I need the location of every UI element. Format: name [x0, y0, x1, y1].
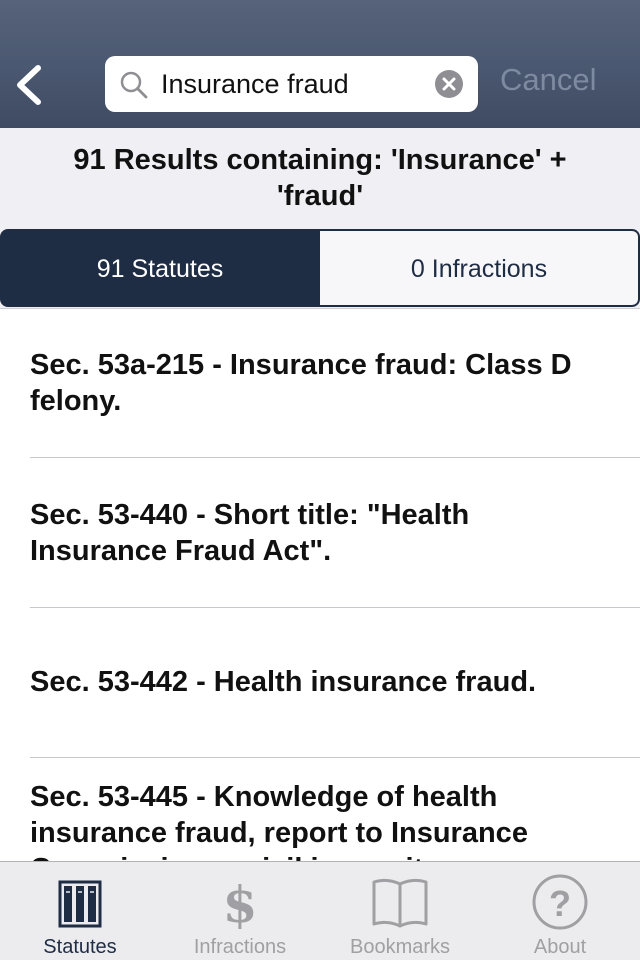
segment-infractions[interactable]: 0 Infractions: [320, 229, 640, 307]
list-item[interactable]: Sec. 53a-215 - Insurance fraud: Class D …: [30, 347, 640, 419]
svg-text:?: ?: [549, 883, 571, 924]
results-list: Sec. 53a-215 - Insurance fraud: Class D …: [0, 308, 640, 861]
list-item[interactable]: Sec. 53-440 - Short title: "Health Insur…: [30, 497, 640, 569]
back-button[interactable]: [10, 58, 54, 112]
statutes-book-icon: [58, 880, 102, 928]
list-item-title: Sec. 53-445 - Knowledge of health insura…: [30, 781, 528, 861]
dollar-icon: $: [223, 875, 258, 932]
tab-label: About: [533, 936, 587, 958]
tab-bar: Statutes $ Infractions Bookmarks ? About: [0, 861, 640, 960]
navigation-bar: Cancel: [0, 0, 640, 128]
cancel-button[interactable]: Cancel: [500, 62, 597, 98]
clear-search-button[interactable]: [435, 70, 463, 98]
tab-label: Infractions: [193, 936, 287, 958]
tab-label: Bookmarks: [349, 936, 451, 958]
list-item-title: Sec. 53-440 - Short title: "Health Insur…: [30, 499, 470, 567]
question-circle-icon: ?: [532, 874, 588, 930]
chevron-left-icon: [17, 65, 41, 105]
tab-infractions[interactable]: $ Infractions: [160, 862, 320, 960]
results-summary-text: 91 Results containing: 'Insurance' + 'fr…: [73, 144, 567, 212]
tab-label: Statutes: [43, 936, 117, 958]
divider: [30, 607, 640, 608]
list-item[interactable]: Sec. 53-442 - Health insurance fraud.: [30, 664, 640, 700]
segment-statutes[interactable]: 91 Statutes: [0, 229, 320, 307]
tab-statutes[interactable]: Statutes: [0, 862, 160, 960]
clear-icon: [442, 77, 456, 91]
results-summary: 91 Results containing: 'Insurance' + 'fr…: [0, 128, 640, 228]
divider: [30, 457, 640, 458]
tab-about[interactable]: ? About: [480, 862, 640, 960]
list-item[interactable]: Sec. 53-445 - Knowledge of health insura…: [30, 779, 640, 861]
divider: [30, 757, 640, 758]
search-icon: [120, 71, 148, 99]
list-item-title: Sec. 53-442 - Health insurance fraud.: [30, 666, 537, 698]
list-item-title: Sec. 53a-215 - Insurance fraud: Class D …: [30, 349, 572, 417]
open-book-icon: [372, 878, 428, 928]
search-bar[interactable]: [105, 56, 478, 112]
segmented-control: 91 Statutes 0 Infractions: [0, 228, 640, 308]
search-input[interactable]: [161, 64, 431, 104]
svg-text:$: $: [223, 875, 258, 932]
tab-bookmarks[interactable]: Bookmarks: [320, 862, 480, 960]
